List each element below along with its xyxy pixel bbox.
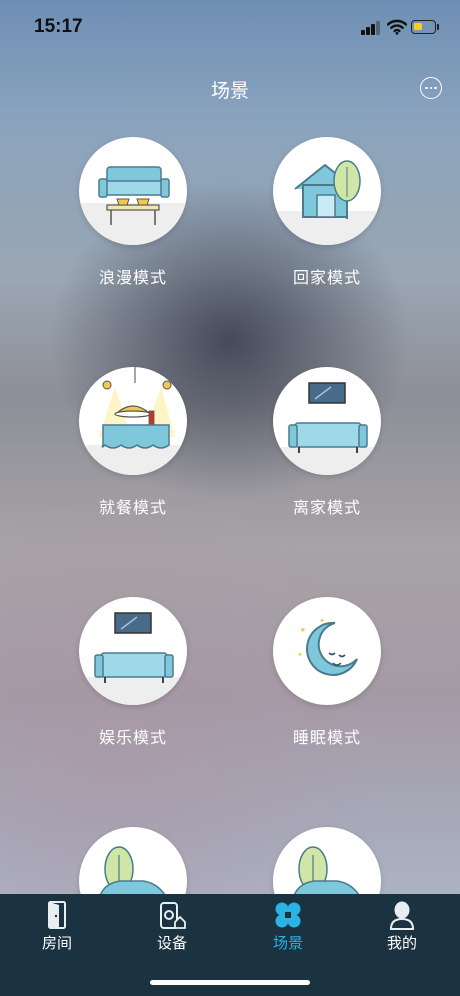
scene-icon-container <box>273 367 381 475</box>
tab-profile[interactable]: 我的 <box>362 900 442 953</box>
scene-icon-container <box>79 367 187 475</box>
scene-romantic[interactable]: 浪漫模式 <box>73 137 193 288</box>
door-icon <box>17 900 97 930</box>
device-icon <box>132 900 212 930</box>
tab-rooms[interactable]: 房间 <box>17 900 97 953</box>
sofa-tv-icon <box>273 382 381 475</box>
tab-scenes[interactable]: 场景 <box>248 900 328 953</box>
battery-icon <box>411 20 436 34</box>
scene-home[interactable]: 回家模式 <box>267 137 387 288</box>
more-dot <box>429 86 433 90</box>
scene-label: 离家模式 <box>292 500 361 517</box>
sofa-tv-icon <box>79 612 187 705</box>
more-dot <box>434 86 437 90</box>
scene-label: 就餐模式 <box>98 500 167 517</box>
tab-label: 场景 <box>272 935 303 952</box>
more-dot <box>425 86 428 90</box>
tab-label: 房间 <box>41 935 72 952</box>
scene-label: 睡眠模式 <box>292 730 361 747</box>
scene-label: 娱乐模式 <box>98 730 167 747</box>
scene-label: 回家模式 <box>292 270 361 287</box>
scene-icon <box>248 900 328 930</box>
scene-entertainment[interactable]: 娱乐模式 <box>73 597 193 748</box>
svg-text:✦: ✦ <box>297 651 303 659</box>
wifi-icon <box>386 19 408 40</box>
status-time: 15:17 <box>34 16 83 37</box>
svg-text:✦: ✦ <box>299 625 307 635</box>
dining-table-icon <box>79 367 187 475</box>
battery-level <box>414 23 422 30</box>
home-indicator[interactable] <box>150 980 310 985</box>
scene-icon-container: ✦ ✦ ✦ <box>273 597 381 705</box>
moon-icon: ✦ ✦ ✦ <box>297 617 358 676</box>
tab-label: 设备 <box>156 935 187 952</box>
svg-text:✦: ✦ <box>319 617 325 625</box>
cellular-signal-icon <box>361 21 381 35</box>
scene-label: 浪漫模式 <box>98 270 167 287</box>
tab-devices[interactable]: 设备 <box>132 900 212 953</box>
house-icon <box>273 160 381 245</box>
scene-icon-container <box>273 137 381 245</box>
scene-leave-home[interactable]: 离家模式 <box>267 367 387 518</box>
more-options-button[interactable] <box>420 77 442 99</box>
tab-label: 我的 <box>386 935 417 952</box>
scene-icon-container <box>79 597 187 705</box>
status-bar: 15:17 <box>0 0 460 56</box>
user-icon <box>362 900 442 930</box>
scene-icon-container <box>79 137 187 245</box>
page-title: 场景 <box>210 81 249 102</box>
scene-sleep[interactable]: ✦ ✦ ✦ 睡眠模式 <box>267 597 387 748</box>
battery-cap <box>437 24 439 30</box>
sofa-couple-icon <box>79 166 187 245</box>
scene-dining[interactable]: 就餐模式 <box>73 367 193 518</box>
